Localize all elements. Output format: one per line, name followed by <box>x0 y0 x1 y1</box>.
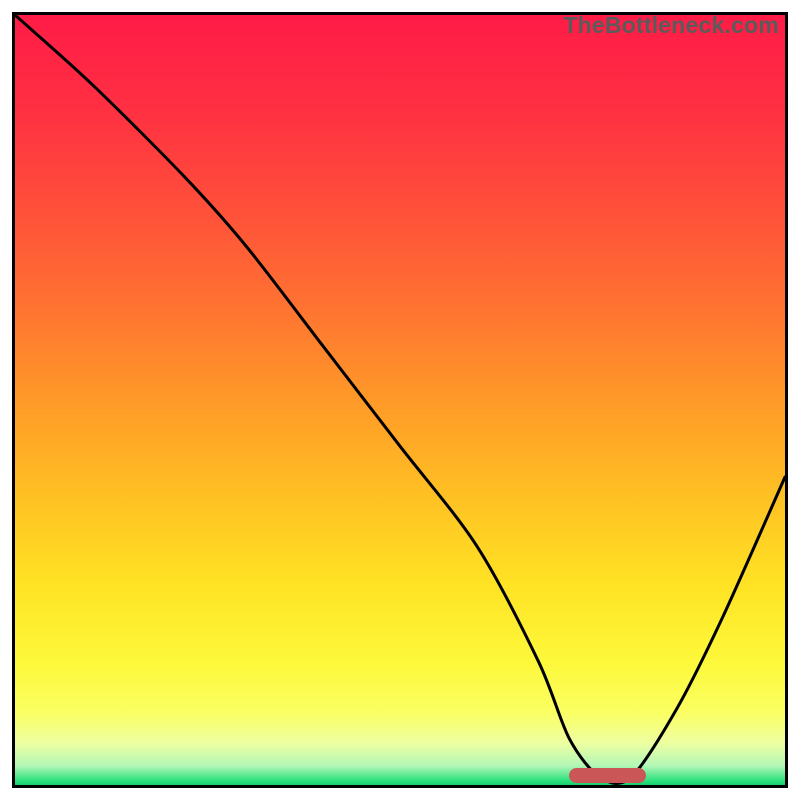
bottleneck-curve <box>15 15 785 785</box>
optimal-range-marker <box>569 768 646 783</box>
watermark-label: TheBottleneck.com <box>563 12 779 39</box>
chart-frame: TheBottleneck.com <box>12 12 788 788</box>
